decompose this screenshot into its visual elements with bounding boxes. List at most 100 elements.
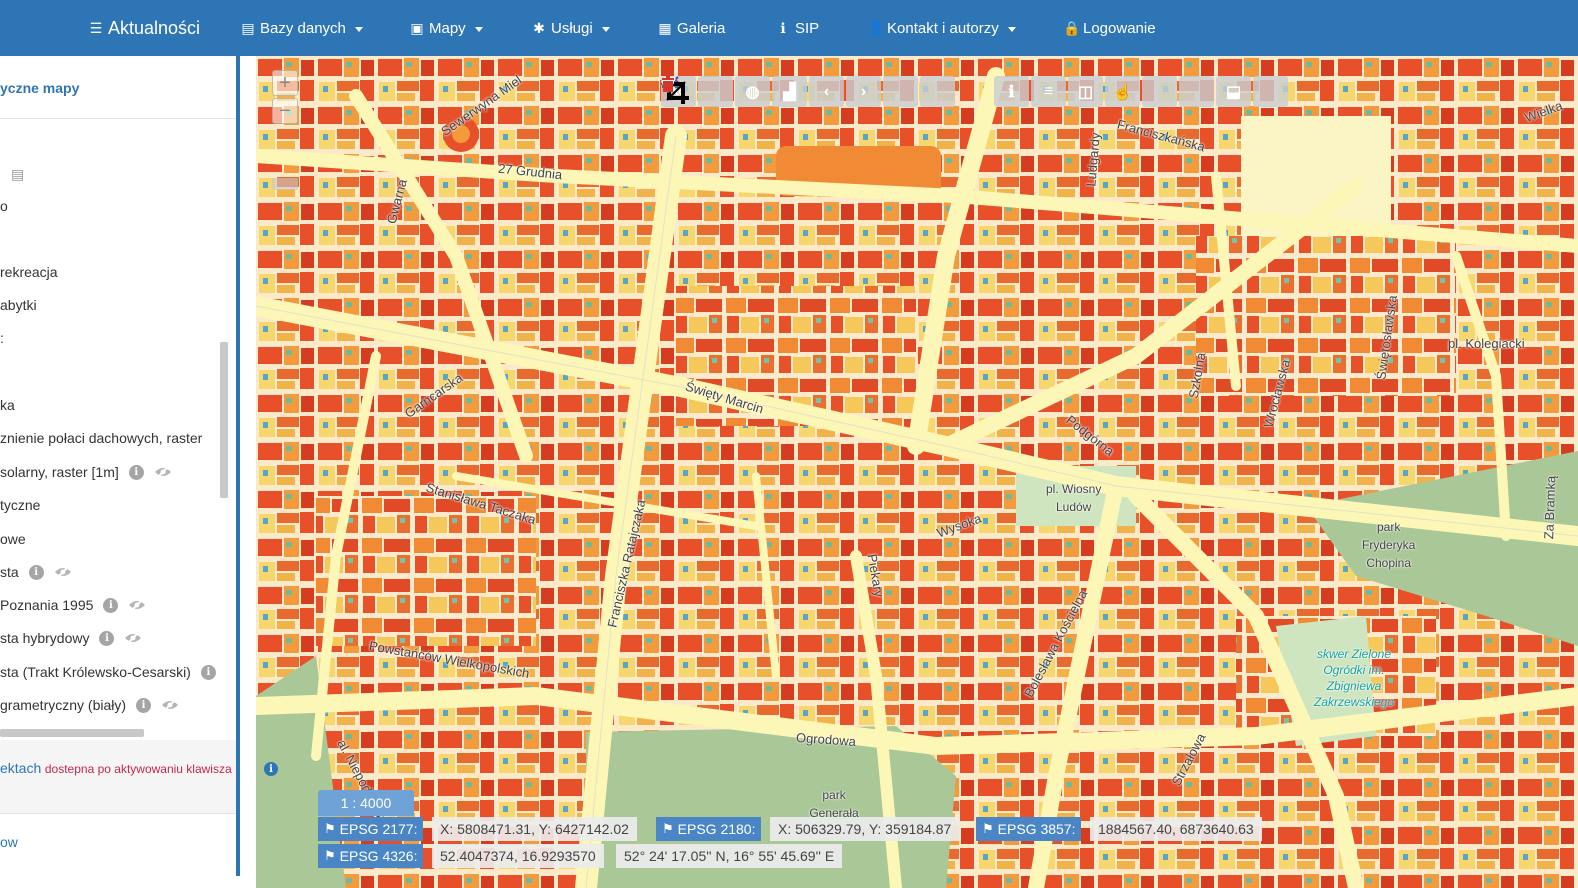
- eye-slash-icon[interactable]: [54, 565, 72, 579]
- nav-item-label: Mapy: [429, 19, 466, 37]
- layer-label: :: [0, 330, 4, 346]
- map-view[interactable]: Sewerwyna Miel 27 Grudnia Gwarna Francis…: [256, 56, 1578, 888]
- columns-button[interactable]: ◫: [1068, 76, 1103, 107]
- eye-slash-icon[interactable]: [154, 465, 172, 479]
- layer-label: znienie połaci dachowych, raster: [0, 430, 203, 446]
- map-scale[interactable]: 1 : 4000: [318, 790, 414, 816]
- layer-item[interactable]: sta hybrydowy i: [0, 628, 142, 648]
- list-icon[interactable]: ▤: [11, 166, 24, 183]
- epsg-4326-tag[interactable]: ⚑ EPSG 4326:: [318, 844, 424, 868]
- crop-button[interactable]: [663, 76, 992, 107]
- eye-slash-icon[interactable]: [124, 631, 142, 645]
- sidebar-bottom-link[interactable]: ow: [0, 834, 18, 850]
- nav-item-uslugi[interactable]: ✱ Usługi: [531, 0, 610, 56]
- hint-text: dostepna po aktywowaniu klawisza: [44, 762, 232, 776]
- flag-icon: ⚑: [324, 848, 336, 863]
- layer-item[interactable]: znienie połaci dachowych, raster: [0, 428, 202, 448]
- epsg-2177-value: X: 5808471.31, Y: 6427142.02: [432, 817, 637, 841]
- back-button[interactable]: ‹: [809, 76, 844, 107]
- eye-slash-icon[interactable]: [161, 698, 179, 712]
- search-button[interactable]: [662, 76, 918, 107]
- nav-item-galeria[interactable]: ▦ Galeria: [657, 0, 725, 56]
- info-icon[interactable]: i: [264, 762, 278, 776]
- epsg-label: EPSG 3857:: [997, 821, 1076, 837]
- chart-button[interactable]: ▟: [772, 76, 807, 107]
- epsg-3857-tag[interactable]: ⚑ EPSG 3857:: [976, 817, 1082, 841]
- layer-item[interactable]: :: [0, 328, 4, 348]
- nav-brand-label: Aktualności: [108, 17, 201, 38]
- nav-item-sip[interactable]: ℹ SIP: [775, 0, 819, 56]
- info-icon: ℹ: [780, 19, 786, 36]
- vertical-scrollbar[interactable]: [220, 342, 228, 498]
- eye-slash-icon[interactable]: [128, 598, 146, 612]
- flag-icon: ⚑: [662, 821, 674, 836]
- layer-item[interactable]: ka: [0, 395, 15, 415]
- share-button[interactable]: [662, 76, 1214, 107]
- nav-item-mapy[interactable]: ▣ Mapy: [409, 0, 483, 56]
- hand-pointer-button[interactable]: ☝: [1105, 76, 1140, 107]
- divider: [0, 118, 236, 119]
- list-button[interactable]: ≡: [1031, 76, 1066, 107]
- map-toolbar: « ◍ ▟ ‹ › ℹ ≡ ◫ ☝ ⬓: [661, 76, 1288, 107]
- layer-item[interactable]: abytki: [0, 295, 37, 315]
- asterisk-icon: ✱: [533, 19, 545, 36]
- info-icon[interactable]: i: [136, 697, 152, 713]
- layer-sidebar: yczne mapy ▤ o rekreacja abytki : ka zni…: [0, 56, 238, 888]
- layer-label: Poznania 1995: [0, 597, 94, 613]
- park-label: skwer Zielone Ogródki im. Zbigniewa Zakr…: [1314, 647, 1395, 709]
- nav-item-label: Kontakt i autorzy: [887, 19, 999, 37]
- info-icon[interactable]: i: [200, 664, 216, 680]
- layer-label: sta (Trakt Królewsko-Cesarski): [0, 664, 191, 680]
- sidebar-footer: [0, 740, 238, 814]
- forward-button[interactable]: ›: [846, 76, 881, 107]
- epsg-2177-tag[interactable]: ⚑ EPSG 2177:: [318, 817, 424, 841]
- delete-button[interactable]: [662, 76, 1288, 107]
- menu-icon: ☰: [89, 19, 103, 36]
- globe-button[interactable]: ◍: [735, 76, 770, 107]
- epsg-label: EPSG 4326:: [339, 848, 418, 864]
- info-icon[interactable]: i: [99, 630, 115, 646]
- divider: [0, 813, 236, 814]
- nav-item-label: SIP: [795, 19, 820, 37]
- info-icon[interactable]: i: [103, 597, 119, 613]
- grid-icon: ▦: [658, 19, 672, 36]
- zoom-in-button[interactable]: +: [272, 70, 298, 96]
- label-button[interactable]: ⬓: [1216, 76, 1251, 107]
- layer-item[interactable]: tyczne: [0, 495, 40, 515]
- layer-item[interactable]: grametryczny (biały) i: [0, 695, 179, 715]
- sidebar-title[interactable]: yczne mapy: [0, 80, 79, 96]
- caret-down-icon: [601, 26, 610, 32]
- picture-icon: ▣: [410, 19, 424, 36]
- nav-item-kontakt[interactable]: 👤 Kontakt i autorzy: [867, 0, 1016, 56]
- sidebar-resize-handle[interactable]: [236, 56, 240, 876]
- layer-item[interactable]: sta i: [0, 562, 72, 582]
- zoom-out-button[interactable]: −: [272, 98, 298, 124]
- layer-label: sta: [0, 564, 19, 580]
- nav-item-logowanie[interactable]: 🔒 Logowanie: [1063, 0, 1156, 56]
- print-button[interactable]: [662, 76, 955, 107]
- nav-brand-aktualnosci[interactable]: ☰ Aktualności: [88, 0, 200, 56]
- info-icon[interactable]: i: [28, 564, 44, 580]
- layer-item[interactable]: o: [0, 196, 8, 216]
- nav-item-label: Logowanie: [1083, 19, 1156, 37]
- park-label: park Fryderyka Chopina: [1362, 520, 1416, 570]
- layer-item[interactable]: Poznania 1995 i: [0, 595, 146, 615]
- layer-item[interactable]: solarny, raster [1m] i: [0, 462, 172, 482]
- layer-item[interactable]: rekreacja: [0, 262, 58, 282]
- epsg-2180-tag[interactable]: ⚑ EPSG 2180:: [656, 817, 762, 841]
- layer-item[interactable]: sta (Trakt Królewsko-Cesarski) i: [0, 662, 216, 682]
- info-icon[interactable]: i: [128, 464, 144, 480]
- layer-label: o: [0, 198, 8, 214]
- layer-label: ka: [0, 397, 15, 413]
- feature-info-hint: ektach dostepna po aktywowaniu klawisza: [0, 760, 232, 776]
- layer-item[interactable]: owe: [0, 529, 26, 549]
- horizontal-scrollbar[interactable]: [0, 729, 144, 737]
- info-button[interactable]: ℹ: [994, 76, 1029, 107]
- map-marker-button[interactable]: [662, 76, 1177, 107]
- epsg-4326-value: 52.4047374, 16.9293570: [432, 844, 604, 868]
- map-canvas[interactable]: [256, 56, 1578, 888]
- hint-link[interactable]: ektach: [0, 760, 41, 776]
- zoom-slider-handle[interactable]: [272, 178, 298, 190]
- eye-slash-button[interactable]: [661, 76, 733, 107]
- nav-item-bazy-danych[interactable]: ▤ Bazy danych: [240, 0, 363, 56]
